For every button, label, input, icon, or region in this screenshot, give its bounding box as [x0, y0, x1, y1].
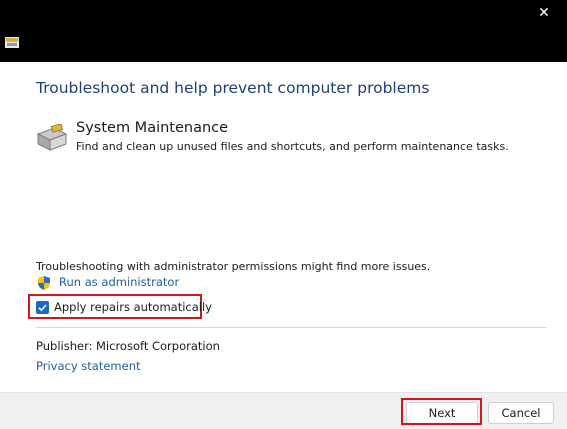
run-as-administrator-link[interactable]: Run as administrator — [59, 275, 179, 289]
admin-note: Troubleshooting with administrator permi… — [36, 260, 431, 273]
publisher-value: Microsoft Corporation — [96, 339, 220, 353]
item-title: System Maintenance — [76, 120, 229, 136]
cancel-button[interactable]: Cancel — [488, 402, 554, 424]
privacy-statement-link[interactable]: Privacy statement — [36, 359, 141, 373]
title-bar: ✕ — [0, 0, 567, 62]
item-description: Find and clean up unused files and short… — [76, 140, 509, 153]
publisher-label: Publisher: — [36, 339, 93, 353]
system-maintenance-icon — [36, 123, 68, 152]
next-button-highlight — [401, 398, 482, 425]
apply-repairs-checkbox[interactable] — [36, 301, 49, 314]
page-title: Troubleshoot and help prevent computer p… — [36, 79, 430, 97]
close-icon: ✕ — [538, 5, 550, 21]
close-button[interactable]: ✕ — [521, 0, 567, 26]
apply-repairs-label[interactable]: Apply repairs automatically — [54, 300, 212, 314]
troubleshooter-app-icon — [5, 33, 19, 48]
checkmark-icon — [38, 304, 47, 312]
shield-icon — [36, 275, 52, 291]
divider — [36, 327, 547, 328]
